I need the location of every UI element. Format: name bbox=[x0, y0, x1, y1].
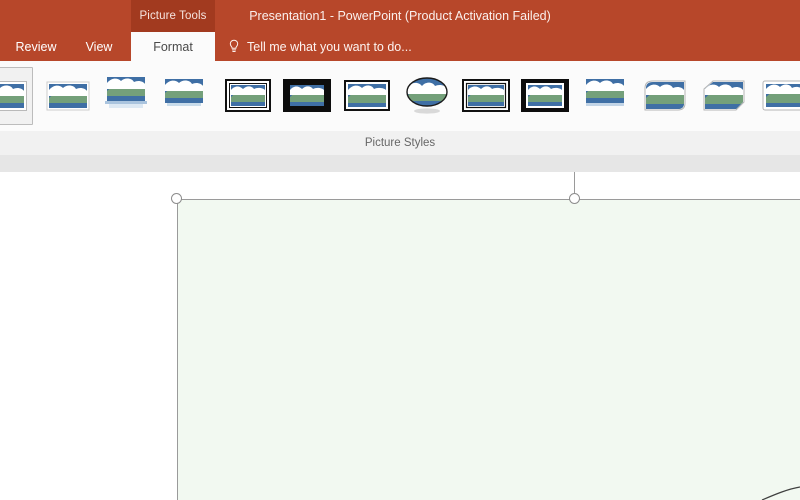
picture-style-center-shadow-rectangle[interactable] bbox=[576, 67, 633, 125]
lightbulb-icon bbox=[228, 39, 240, 54]
tell-me-search[interactable]: Tell me what you want to do... bbox=[228, 32, 412, 61]
picture-style-thumbnail bbox=[0, 81, 27, 111]
picture-style-metal-frame[interactable] bbox=[97, 67, 154, 125]
ribbon bbox=[0, 61, 800, 132]
picture-style-simple-frame-white[interactable] bbox=[0, 67, 33, 125]
picture-style-thumbnail bbox=[585, 79, 624, 106]
picture-style-thumbnail bbox=[644, 80, 685, 111]
tab-format-label: Format bbox=[153, 39, 193, 54]
picture-style-soft-edge-rectangle[interactable] bbox=[755, 67, 800, 125]
picture-style-thumbnail bbox=[343, 80, 390, 111]
rotation-handle-stem bbox=[574, 172, 575, 194]
ribbon-bottom-edge bbox=[0, 155, 800, 173]
title-bar: Picture Tools Presentation1 - PowerPoint… bbox=[0, 0, 800, 32]
slide-workspace[interactable] bbox=[0, 172, 800, 500]
picture-style-thumbnail bbox=[46, 81, 89, 111]
tab-review-label: Review bbox=[15, 39, 57, 54]
contextual-tab-picture-tools[interactable]: Picture Tools bbox=[131, 0, 215, 32]
picture-content-line bbox=[761, 486, 800, 500]
picture-style-thumbnail bbox=[224, 79, 271, 112]
picture-style-rounded-diagonal-corner-white[interactable] bbox=[636, 67, 693, 125]
contextual-tab-label: Picture Tools bbox=[139, 10, 207, 22]
handle-top-left[interactable] bbox=[171, 193, 182, 204]
tell-me-label: Tell me what you want to do... bbox=[247, 39, 412, 54]
tab-view[interactable]: View bbox=[76, 32, 122, 61]
picture-style-beveled-matte-white[interactable] bbox=[39, 67, 96, 125]
picture-style-bevel-rectangle[interactable] bbox=[338, 67, 395, 125]
powerpoint-window: Picture Tools Presentation1 - PowerPoint… bbox=[0, 0, 800, 500]
tab-view-label: View bbox=[85, 39, 113, 54]
picture-style-bevel-oval[interactable] bbox=[398, 67, 455, 125]
picture-style-thumbnail bbox=[282, 79, 331, 112]
picture-style-thumbnail bbox=[762, 80, 800, 111]
tab-format[interactable]: Format bbox=[131, 32, 215, 61]
picture-style-compound-frame-black[interactable] bbox=[457, 67, 514, 125]
picture-style-moderate-frame-black[interactable] bbox=[516, 67, 573, 125]
picture-styles-gallery[interactable] bbox=[0, 61, 800, 131]
picture-style-thumbnail bbox=[405, 77, 448, 114]
picture-styles-group-label: Picture Styles bbox=[364, 137, 436, 149]
selected-picture-shape[interactable] bbox=[177, 199, 800, 500]
picture-style-thumbnail bbox=[520, 79, 569, 112]
tab-review[interactable]: Review bbox=[10, 32, 62, 61]
picture-style-thumbnail bbox=[461, 79, 510, 112]
picture-style-snip-diagonal-corner-white[interactable] bbox=[695, 67, 752, 125]
window-title: Presentation1 - PowerPoint (Product Acti… bbox=[249, 9, 551, 23]
picture-style-thumbnail bbox=[164, 79, 203, 106]
picture-style-thumbnail bbox=[703, 80, 744, 111]
picture-style-drop-shadow-rectangle[interactable] bbox=[155, 67, 212, 125]
picture-style-simple-frame-black[interactable] bbox=[219, 67, 276, 125]
picture-style-thick-matte-black[interactable] bbox=[278, 67, 335, 125]
ribbon-group-bar: Picture Styles bbox=[0, 131, 800, 156]
handle-top-middle[interactable] bbox=[569, 193, 580, 204]
picture-style-thumbnail bbox=[104, 77, 147, 108]
